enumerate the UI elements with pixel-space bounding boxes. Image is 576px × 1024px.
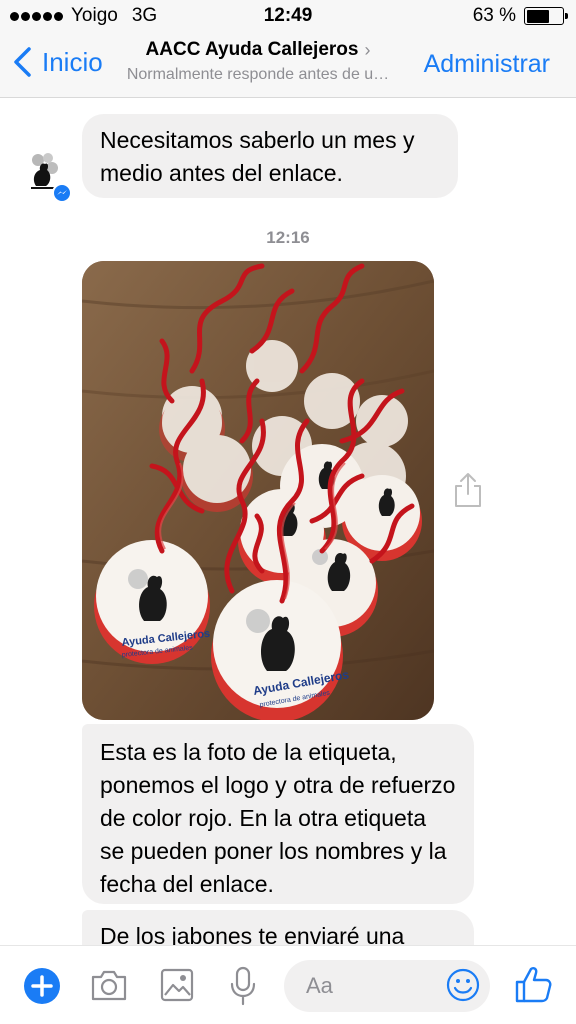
- status-right: 63 %: [472, 5, 568, 27]
- gift-tags-photo: Ayuda Callejeros protectora de animales …: [82, 261, 434, 720]
- battery-icon: [524, 7, 568, 25]
- back-button[interactable]: Inicio: [10, 46, 103, 78]
- composer-toolbar: Aa: [0, 945, 576, 1024]
- conversation-header[interactable]: AACC Ayuda Callejeros › Normalmente resp…: [108, 39, 408, 84]
- share-icon[interactable]: [452, 470, 484, 510]
- message-timestamp: 12:16: [266, 228, 310, 247]
- nav-bar: Inicio AACC Ayuda Callejeros › Normalmen…: [0, 34, 576, 98]
- plus-icon: [31, 975, 53, 997]
- message-bubble[interactable]: Esta es la foto de la etiqueta, ponemos …: [82, 724, 474, 904]
- messenger-icon: [52, 183, 72, 203]
- battery-percent: 63 %: [472, 5, 516, 26]
- message-input-placeholder: Aa: [306, 973, 333, 998]
- more-actions-button[interactable]: [24, 968, 60, 1004]
- emoji-icon[interactable]: [446, 968, 480, 1002]
- gallery-icon[interactable]: [160, 968, 194, 1002]
- status-bar: Yoigo 3G 12:49 63 %: [0, 0, 576, 34]
- chevron-right-icon: ›: [364, 39, 371, 60]
- camera-icon[interactable]: [90, 968, 128, 1002]
- microphone-icon[interactable]: [228, 966, 258, 1006]
- thumbs-up-icon[interactable]: [514, 964, 552, 1004]
- conversation-title: AACC Ayuda Callejeros: [145, 39, 359, 60]
- administrar-button[interactable]: Administrar: [424, 50, 550, 79]
- back-chevron-icon: [14, 47, 31, 77]
- photo-message[interactable]: Ayuda Callejeros protectora de animales …: [82, 261, 434, 720]
- battery-fill: [526, 9, 549, 23]
- message-text: Necesitamos saberlo un mes y medio antes…: [100, 127, 415, 186]
- message-bubble[interactable]: Necesitamos saberlo un mes y medio antes…: [82, 114, 458, 198]
- conversation-title-row: AACC Ayuda Callejeros ›: [146, 39, 371, 61]
- message-text: Esta es la foto de la etiqueta, ponemos …: [100, 739, 456, 897]
- back-label: Inicio: [42, 46, 103, 77]
- response-time-subtitle: Normalmente responde antes de u…: [126, 66, 390, 83]
